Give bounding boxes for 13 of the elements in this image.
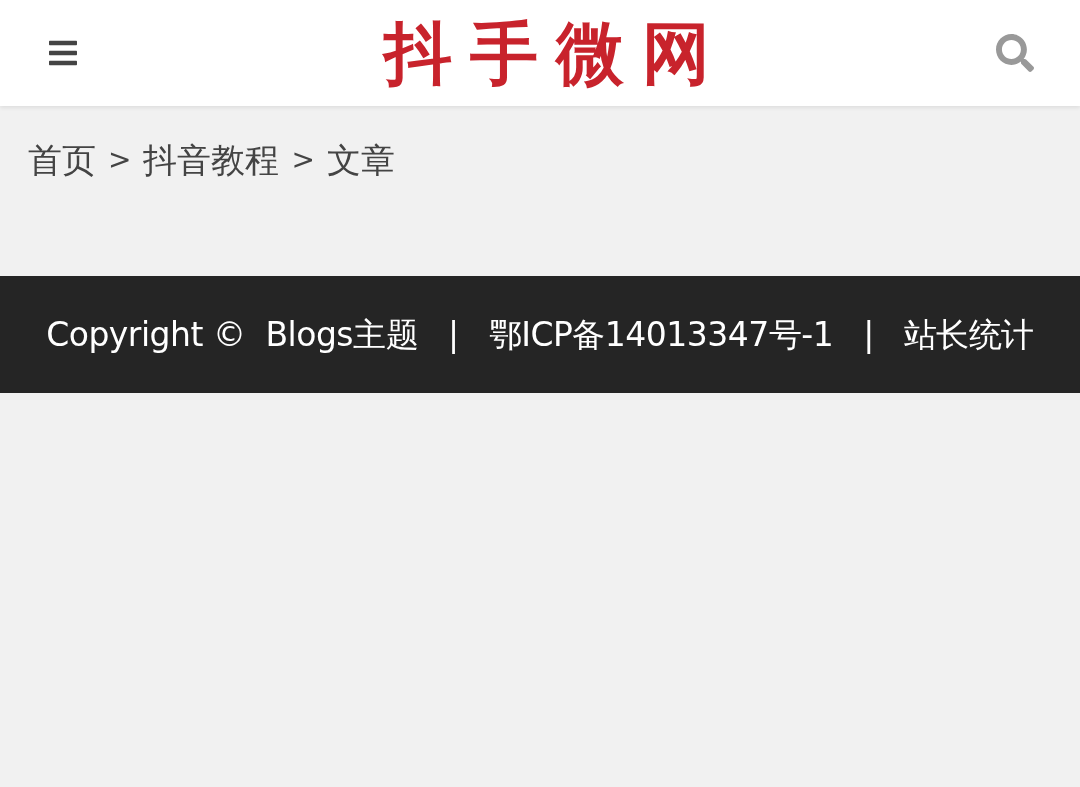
- footer-separator: |: [863, 313, 874, 356]
- breadcrumb-separator: >: [291, 142, 315, 178]
- copyright-text: Copyright ©: [46, 313, 246, 356]
- breadcrumb-link[interactable]: 文章: [326, 134, 395, 186]
- breadcrumb-link[interactable]: 首页: [28, 134, 96, 186]
- footer-link[interactable]: 站长统计: [903, 309, 1034, 360]
- site-logo[interactable]: 抖手微网: [384, 19, 728, 87]
- footer-link[interactable]: 鄂ICP备14013347号-1: [488, 309, 834, 360]
- footer-separator: |: [448, 313, 459, 356]
- footer-link[interactable]: Blogs主题: [265, 309, 419, 360]
- search-icon[interactable]: [996, 34, 1034, 72]
- breadcrumb-separator: >: [108, 142, 132, 178]
- breadcrumb-link[interactable]: 抖音教程: [143, 134, 280, 186]
